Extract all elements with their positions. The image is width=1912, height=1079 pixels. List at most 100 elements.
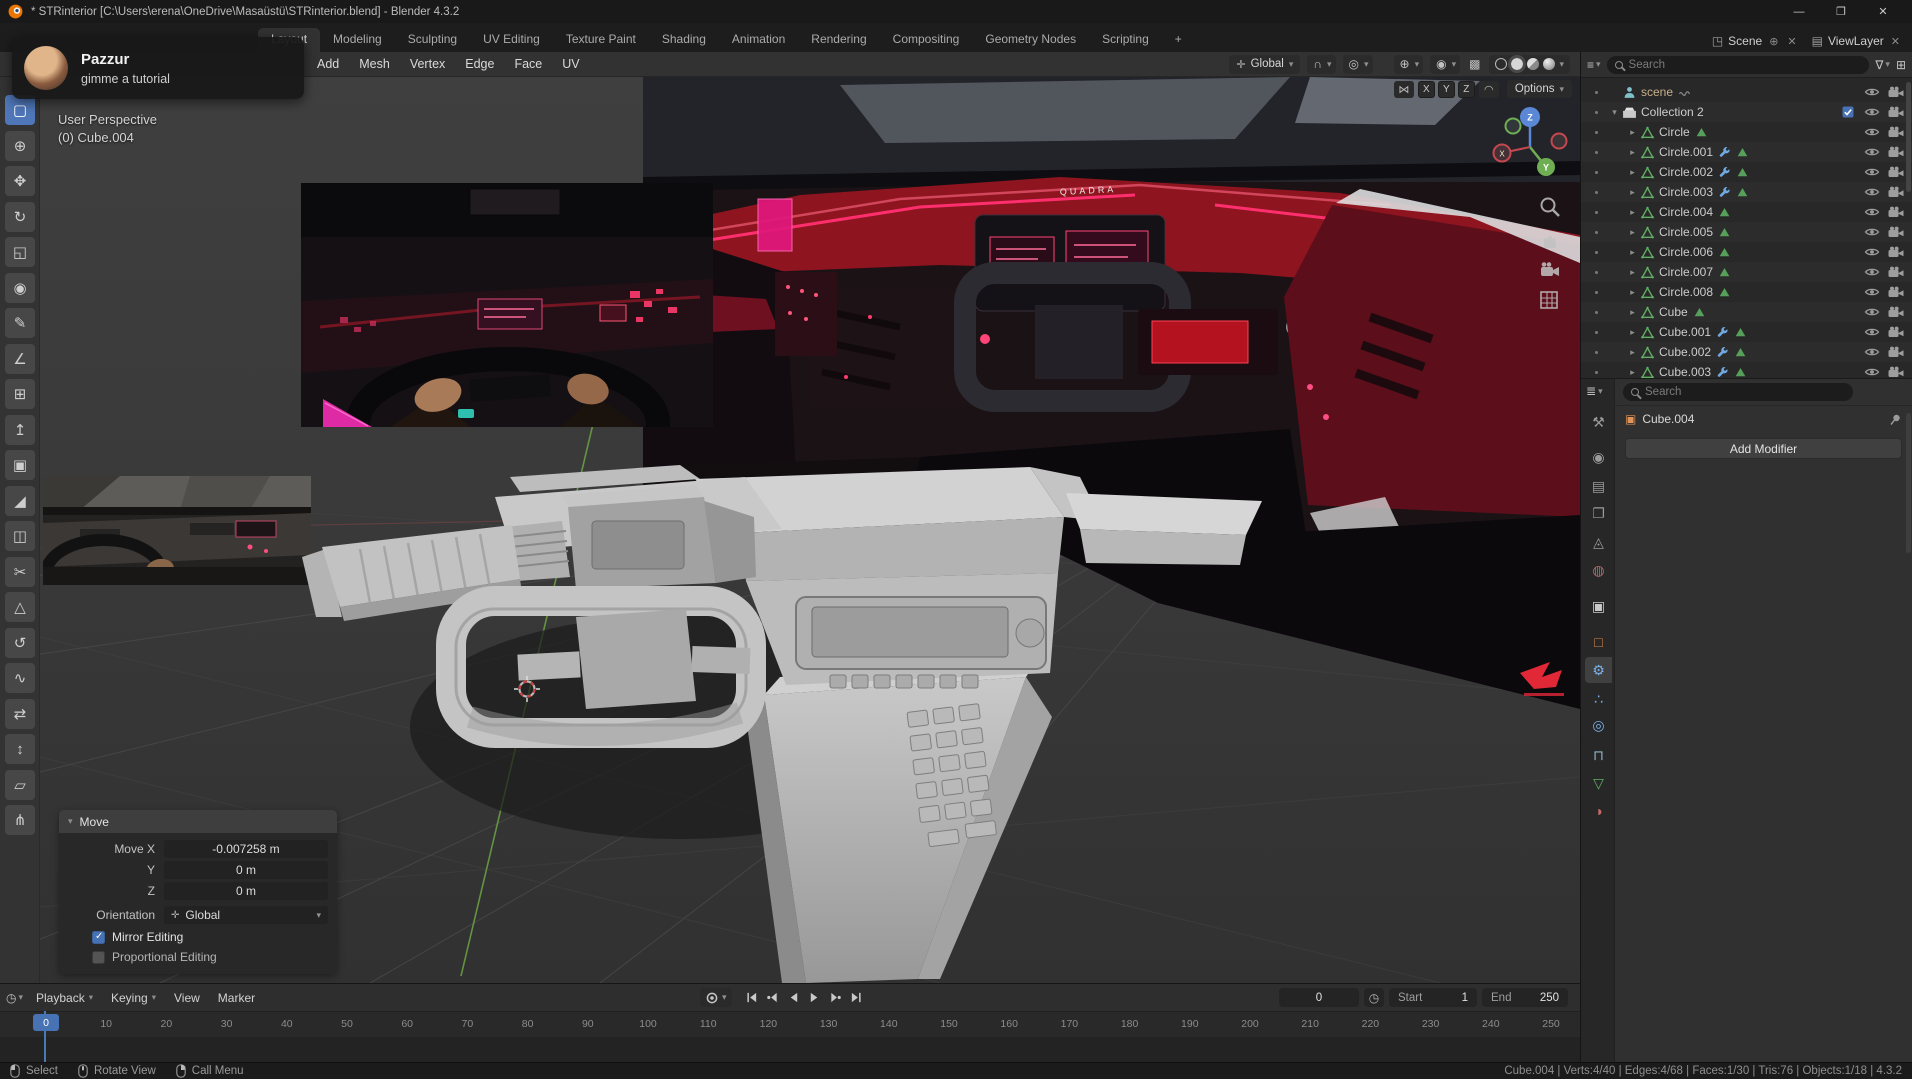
disable-in-renders-icon[interactable]: [1888, 266, 1904, 278]
disclosure-collapsed-icon[interactable]: ▸: [1625, 147, 1640, 158]
hide-in-viewport-icon[interactable]: [1864, 186, 1880, 198]
outliner-editor-icon[interactable]: ≡▾: [1587, 58, 1601, 72]
properties-tab-output[interactable]: ▤: [1585, 473, 1612, 499]
hide-in-viewport-icon[interactable]: [1864, 226, 1880, 238]
maximize-button[interactable]: ❐: [1820, 0, 1862, 23]
solid-shading-icon[interactable]: [1511, 58, 1523, 70]
overlays-dropdown[interactable]: ▾: [1452, 59, 1457, 70]
disable-in-renders-icon[interactable]: [1888, 126, 1904, 138]
outliner-row-circle[interactable]: ▸Circle: [1581, 122, 1912, 142]
outliner-row-cube-001[interactable]: ▸Cube.001: [1581, 322, 1912, 342]
disclosure-collapsed-icon[interactable]: ▸: [1625, 227, 1640, 238]
tool-transform[interactable]: ◉: [5, 273, 35, 303]
outliner-scrollbar[interactable]: [1906, 82, 1911, 192]
next-keyframe-button[interactable]: [826, 989, 846, 1007]
hide-in-viewport-icon[interactable]: [1864, 326, 1880, 338]
properties-tab-render[interactable]: ◉: [1585, 444, 1612, 470]
tool-move[interactable]: ✥: [5, 166, 35, 196]
viewport-menu-face[interactable]: Face: [505, 54, 551, 74]
properties-tab-data[interactable]: ▽: [1585, 770, 1612, 796]
viewport-menu-edge[interactable]: Edge: [456, 54, 503, 74]
tool-edge-slide[interactable]: ⇄: [5, 699, 35, 729]
orthographic-toggle-icon[interactable]: [1538, 289, 1562, 313]
prev-keyframe-button[interactable]: [763, 989, 783, 1007]
tool-bevel[interactable]: ◢: [5, 486, 35, 516]
disable-in-renders-icon[interactable]: [1888, 326, 1904, 338]
viewlayer-icon[interactable]: ▤: [1812, 34, 1823, 48]
wireframe-shading-icon[interactable]: [1495, 58, 1507, 70]
hide-in-viewport-icon[interactable]: [1864, 246, 1880, 258]
viewport-3d-canvas[interactable]: QUADRA: [40, 77, 1580, 983]
properties-tab-world[interactable]: ◍: [1585, 557, 1612, 583]
disable-in-renders-icon[interactable]: [1888, 186, 1904, 198]
disclosure-collapsed-icon[interactable]: ▸: [1625, 247, 1640, 258]
play-button[interactable]: [805, 989, 825, 1007]
disable-in-renders-icon[interactable]: [1888, 366, 1904, 378]
workspace-tab-scripting[interactable]: Scripting: [1089, 28, 1162, 52]
transform-orientation-dropdown[interactable]: ✛ Global ▾: [1229, 55, 1300, 74]
outliner-row-cube-003[interactable]: ▸Cube.003: [1581, 362, 1912, 378]
tool-shear[interactable]: ▱: [5, 770, 35, 800]
outliner-row-circle-004[interactable]: ▸Circle.004: [1581, 202, 1912, 222]
mirror-editing-checkbox[interactable]: [92, 931, 105, 944]
tool-scale[interactable]: ◱: [5, 237, 35, 267]
proportional-falloff-dropdown[interactable]: ▾: [1364, 59, 1369, 70]
jump-end-button[interactable]: [847, 989, 867, 1007]
tool-inset[interactable]: ▣: [5, 450, 35, 480]
rendered-shading-icon[interactable]: [1543, 58, 1555, 70]
viewport-menu-mesh[interactable]: Mesh: [350, 54, 399, 74]
disable-in-renders-icon[interactable]: [1888, 306, 1904, 318]
disable-in-renders-icon[interactable]: [1888, 166, 1904, 178]
timeline-menu-playback[interactable]: Playback▾: [27, 988, 102, 1008]
workspace-tab-animation[interactable]: Animation: [719, 28, 798, 52]
mirror-icon[interactable]: ⋈: [1394, 81, 1414, 98]
disclosure-collapsed-icon[interactable]: ▸: [1625, 327, 1640, 338]
hide-in-viewport-icon[interactable]: [1864, 166, 1880, 178]
workspace-tab-sculpting[interactable]: Sculpting: [395, 28, 470, 52]
properties-tab-physics[interactable]: ◎: [1585, 712, 1612, 738]
properties-scrollbar[interactable]: [1906, 413, 1911, 553]
properties-tab-tool[interactable]: ⚒: [1585, 409, 1612, 435]
move-y-field[interactable]: 0 m: [164, 861, 328, 879]
workspace-tab-modeling[interactable]: Modeling: [320, 28, 395, 52]
timeline-menu-keying[interactable]: Keying▾: [102, 988, 165, 1008]
outliner-row-scene[interactable]: scene: [1581, 82, 1912, 102]
options-dropdown[interactable]: Options ▾: [1507, 80, 1572, 98]
disable-in-renders-icon[interactable]: [1888, 226, 1904, 238]
shading-dropdown[interactable]: ▾: [1559, 59, 1564, 70]
workspace-tab-shading[interactable]: Shading: [649, 28, 719, 52]
tool-add-cube[interactable]: ⊞: [5, 379, 35, 409]
tool-loop-cut[interactable]: ◫: [5, 521, 35, 551]
breadcrumb-object-name[interactable]: Cube.004: [1642, 412, 1694, 426]
disable-in-renders-icon[interactable]: [1888, 346, 1904, 358]
properties-tab-modifiers[interactable]: ⚙: [1585, 657, 1612, 683]
disclosure-expanded-icon[interactable]: ▾: [1607, 107, 1622, 118]
hide-in-viewport-icon[interactable]: [1864, 126, 1880, 138]
workspace-tab-compositing[interactable]: Compositing: [880, 28, 973, 52]
outliner-row-circle-005[interactable]: ▸Circle.005: [1581, 222, 1912, 242]
properties-tab-scene[interactable]: ◬: [1585, 529, 1612, 555]
scene-new-icon[interactable]: ⊕: [1767, 35, 1780, 48]
exclude-checkbox[interactable]: [1840, 106, 1856, 118]
tool-spin[interactable]: ↺: [5, 628, 35, 658]
disable-in-renders-icon[interactable]: [1888, 286, 1904, 298]
scene-browse-icon[interactable]: ◳: [1712, 34, 1723, 48]
hide-in-viewport-icon[interactable]: [1864, 146, 1880, 158]
mirror-axis-toggle-y[interactable]: Y: [1438, 81, 1455, 98]
falloff-icon[interactable]: ◠: [1479, 81, 1499, 98]
timeline-tracks[interactable]: [0, 1037, 1580, 1062]
disclosure-collapsed-icon[interactable]: ▸: [1625, 307, 1640, 318]
view-gizmo[interactable]: Z Y X: [1486, 101, 1570, 185]
disclosure-collapsed-icon[interactable]: ▸: [1625, 287, 1640, 298]
disable-in-renders-icon[interactable]: [1888, 246, 1904, 258]
snap-settings-dropdown[interactable]: ▾: [1327, 59, 1332, 70]
workspace-tab-texture-paint[interactable]: Texture Paint: [553, 28, 649, 52]
xray-toggle-icon[interactable]: ▩: [1467, 57, 1482, 71]
properties-tab-material[interactable]: ◑: [1585, 798, 1612, 824]
use-preview-range-icon[interactable]: ◷: [1364, 988, 1384, 1007]
play-reverse-button[interactable]: [784, 989, 804, 1007]
disclosure-collapsed-icon[interactable]: ▸: [1625, 207, 1640, 218]
properties-tab-collection[interactable]: ▣: [1585, 593, 1612, 619]
mirror-axis-toggle-x[interactable]: X: [1418, 81, 1435, 98]
disclosure-collapsed-icon[interactable]: ▸: [1625, 347, 1640, 358]
